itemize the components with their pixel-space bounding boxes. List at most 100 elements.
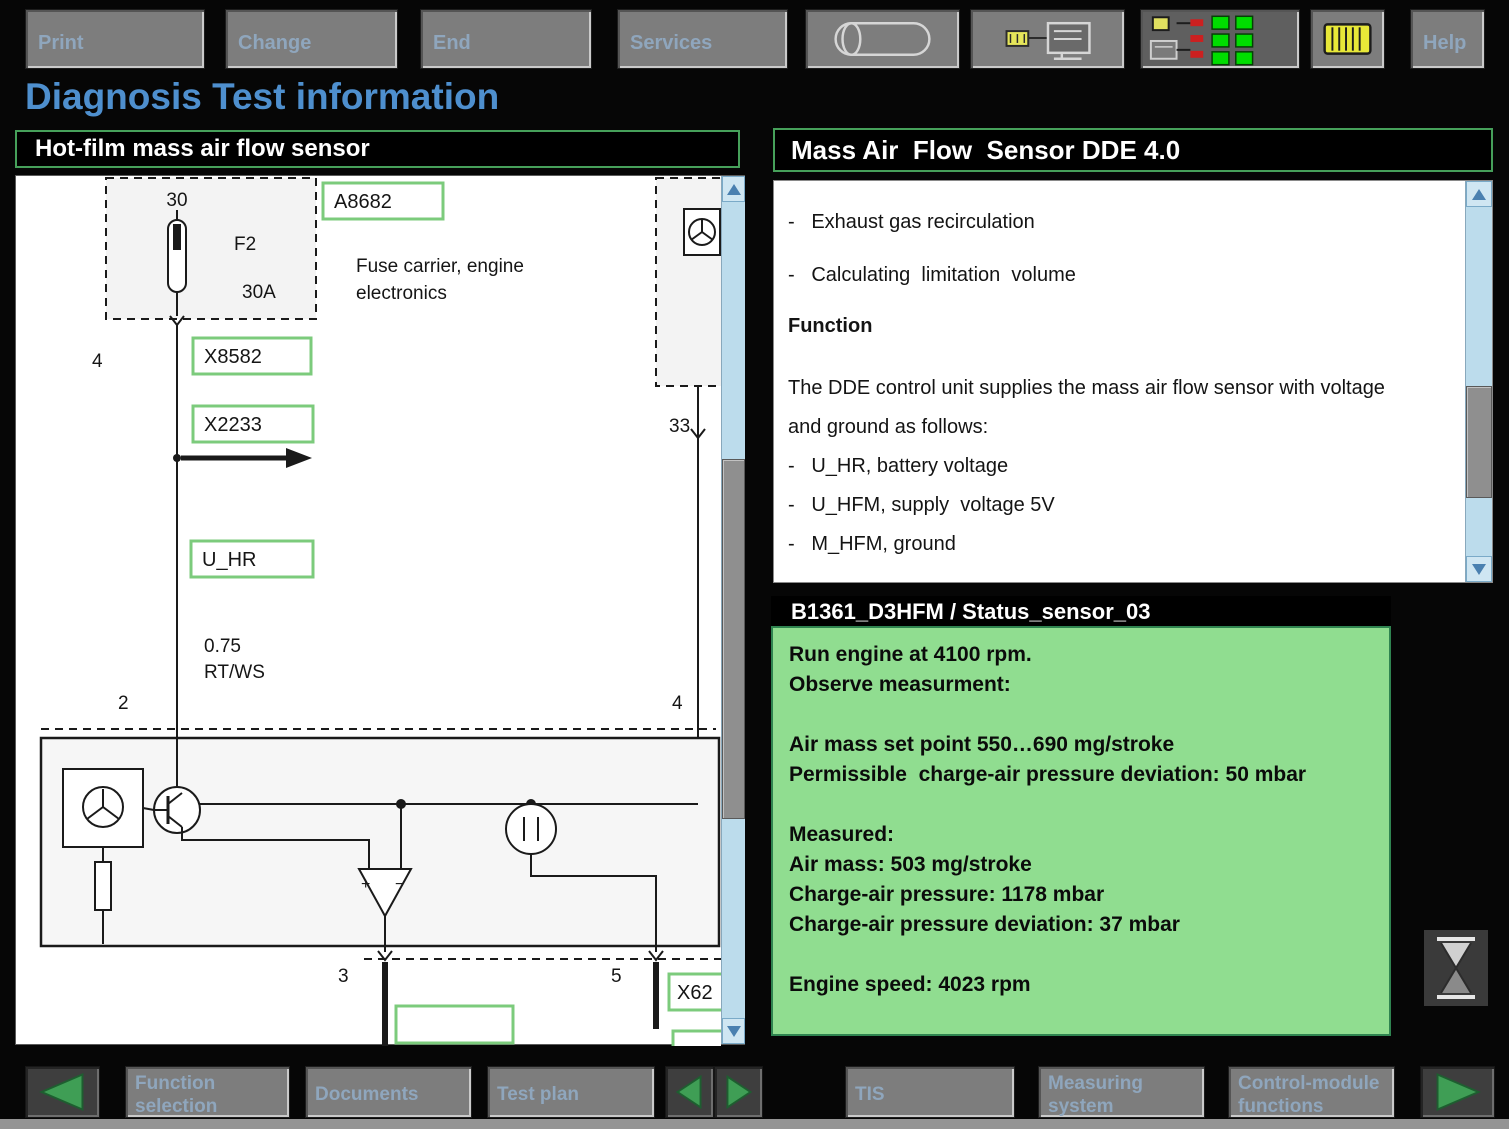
measurement-line: Observe measurment:	[789, 670, 1351, 700]
diagram-scrollbar	[721, 176, 745, 1044]
measurement-line	[789, 700, 1351, 730]
measuring-system-button[interactable]: Measuring system	[1038, 1066, 1205, 1118]
connector-x2233: X2233	[193, 406, 313, 442]
probe-arrow	[173, 448, 312, 468]
scrollbar-track[interactable]	[722, 202, 745, 1018]
measurement-line: Measured:	[789, 820, 1351, 850]
up-arrow-icon	[1472, 189, 1486, 200]
info-line: - Calculating limitation volume	[788, 262, 1457, 288]
scroll-up-button[interactable]	[722, 176, 745, 202]
info-scrollbar	[1465, 181, 1492, 582]
print-button[interactable]: Print	[25, 9, 205, 69]
connector-monitor-button[interactable]	[970, 9, 1125, 69]
opamp-plus-label: +	[361, 876, 370, 893]
pin5-label: 5	[611, 966, 622, 987]
function-selection-button[interactable]: Function selection	[125, 1066, 290, 1118]
scrollbar-thumb[interactable]	[722, 459, 745, 819]
svg-text:U_HR: U_HR	[202, 549, 256, 571]
sensor-circuit	[41, 738, 719, 946]
connector-monitor-icon	[971, 9, 1124, 69]
supply-wire	[170, 292, 184, 738]
forward-arrow-icon	[715, 1066, 762, 1118]
right-component-box	[656, 178, 721, 738]
down-arrow-icon	[727, 1026, 741, 1037]
yellow-connector-icon	[1311, 9, 1384, 69]
forward-button[interactable]	[714, 1066, 763, 1118]
connector-x62: X62	[669, 974, 721, 1010]
hourglass-icon	[1424, 930, 1488, 1006]
measurement-line: Engine speed: 4023 rpm	[789, 970, 1351, 1000]
measurement-line: Air mass: 503 mg/stroke	[789, 850, 1351, 880]
measurement-line: Charge-air pressure: 1178 mbar	[789, 880, 1351, 910]
sensor-info-panel: - Exhaust gas recirculation - Calculatin…	[773, 180, 1493, 583]
wiring-diagram: 30 F2 30A A8682 Fuse carrier, engine ele…	[16, 176, 721, 1046]
scrollbar-thumb[interactable]	[1466, 386, 1492, 498]
up-arrow-icon	[727, 184, 741, 195]
help-button[interactable]: Help	[1410, 9, 1485, 69]
change-button[interactable]: Change	[225, 9, 398, 69]
scroll-down-button[interactable]	[1466, 556, 1492, 582]
fuse-box: 30 F2 30A	[106, 178, 316, 319]
info-line: - U_HFM, supply voltage 5V	[788, 492, 1457, 518]
pin4-right-label: 4	[672, 693, 683, 714]
previous-page-button[interactable]	[25, 1066, 100, 1118]
measurement-line: Air mass set point 550…690 mg/stroke	[789, 730, 1351, 760]
pin33-label: 33	[669, 416, 690, 437]
end-button[interactable]: End	[420, 9, 592, 69]
scroll-down-button[interactable]	[722, 1018, 745, 1044]
wire-color-label: RT/WS	[204, 662, 265, 683]
test-plan-button[interactable]: Test plan	[487, 1066, 655, 1118]
tank-button[interactable]	[805, 9, 960, 69]
terminal-30-label: 30	[166, 190, 187, 211]
fuse-name-label: F2	[234, 234, 256, 255]
back-button[interactable]	[665, 1066, 714, 1118]
sensor-info-title: Mass Air Flow Sensor DDE 4.0	[773, 128, 1493, 172]
measurement-panel: Run engine at 4100 rpm. Observe measurme…	[771, 626, 1391, 1036]
next-page-button[interactable]	[1420, 1066, 1495, 1118]
info-line: Function	[788, 313, 1457, 339]
scrollbar-track[interactable]	[1466, 207, 1492, 556]
info-line: - M_HFM, ground	[788, 531, 1457, 557]
measurement-line: Charge-air pressure deviation: 37 mbar	[789, 910, 1351, 940]
info-line: and ground as follows:	[788, 414, 1457, 440]
control-module-functions-button[interactable]: Control-module functions	[1228, 1066, 1395, 1118]
diagram-title: Hot-film mass air flow sensor	[15, 130, 740, 168]
wiring-diagram-panel: 30 F2 30A A8682 Fuse carrier, engine ele…	[15, 175, 745, 1045]
status-header: B1361_D3HFM / Status_sensor_03	[771, 596, 1391, 628]
services-button[interactable]: Services	[617, 9, 788, 69]
bottom-right-label-box	[673, 1031, 721, 1046]
function-description: - Exhaust gas recirculation - Calculatin…	[774, 181, 1465, 570]
signal-u-hr: U_HR	[191, 541, 313, 577]
measurement-line: Permissible charge-air pressure deviatio…	[789, 760, 1351, 790]
info-line: - U_HR, battery voltage	[788, 453, 1457, 479]
measurement-line: Run engine at 4100 rpm.	[789, 640, 1351, 670]
measurement-line	[789, 790, 1351, 820]
svg-text:X2233: X2233	[204, 414, 262, 436]
svg-text:electronics: electronics	[356, 283, 447, 304]
wire-gauge-label: 0.75	[204, 636, 241, 657]
prev-arrow-icon	[26, 1066, 99, 1118]
svg-text:X8582: X8582	[204, 346, 262, 368]
svg-text:Fuse carrier, engine: Fuse carrier, engine	[356, 256, 524, 277]
documents-button[interactable]: Documents	[305, 1066, 472, 1118]
page-title: Diagnosis Test information	[25, 76, 499, 118]
yellow-connector-button[interactable]	[1310, 9, 1385, 69]
info-line: - Exhaust gas recirculation	[788, 209, 1457, 235]
measurement-line	[789, 940, 1351, 970]
pin4-left-label: 4	[92, 351, 103, 372]
pin2-label: 2	[118, 693, 129, 714]
next-arrow-icon	[1421, 1066, 1494, 1118]
diagnosis-screen: Print Change End Services	[0, 0, 1509, 1129]
module-status-grid-icon	[1141, 9, 1299, 69]
svg-text:X62: X62	[677, 982, 713, 1004]
scroll-up-button[interactable]	[1466, 181, 1492, 207]
connector-x8582: X8582	[193, 338, 311, 374]
tis-button[interactable]: TIS	[845, 1066, 1015, 1118]
pin3-label: 3	[338, 966, 349, 987]
down-arrow-icon	[1472, 564, 1486, 575]
component-a8682: A8682 Fuse carrier, engine electronics	[323, 183, 524, 304]
back-arrow-icon	[666, 1066, 713, 1118]
bottom-label-box	[396, 1006, 513, 1043]
tank-icon	[806, 9, 959, 69]
module-status-button[interactable]	[1140, 9, 1300, 69]
